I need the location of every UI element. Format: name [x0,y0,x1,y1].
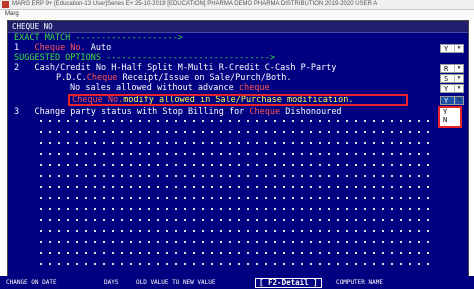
footer-days: DAYS [104,279,119,286]
option-label: Cash/Credit No H-Half Split M-Multi R-Cr… [34,63,337,73]
title-bar: MARG ERP 9+ [Education-13 User]Series E+… [0,0,474,10]
option-label-keyword: Cheque No. [34,43,86,53]
app-logo-icon [2,1,9,8]
chevron-down-icon[interactable]: ▼ [454,75,463,82]
option-label-keyword: cheque [238,83,270,93]
option-label: P.D.C. [56,73,87,83]
option-label-keyword: Cheque [249,107,281,117]
option-modify-value-select[interactable]: Y ▼ [440,96,464,105]
chevron-down-icon[interactable]: ▼ [454,65,463,72]
option-1-value: Y [444,45,449,53]
window-title: MARG ERP 9+ [Education-13 User]Series E+… [12,1,378,7]
footer-computer-name: COMPUTER NAME [336,279,383,286]
exact-match-arrow: --------------------> [75,33,183,43]
suggested-row: SUGGESTED OPTIONS ----------------------… [14,53,275,63]
empty-row [40,252,434,254]
menu-marg[interactable]: Marg [5,10,19,19]
panel-header: CHEQUE NO [8,21,468,33]
option-2-value: R [444,65,449,73]
suggested-label: SUGGESTED OPTIONS [14,53,101,63]
option-advance-value: Y [444,85,449,93]
empty-row [40,263,434,265]
cheque-no-panel: CHEQUE NO EXACT MATCH ------------------… [7,20,469,277]
option-label-rest: Dishonoured [280,107,342,117]
panel-title: CHEQUE NO [12,22,53,31]
empty-row [40,131,434,133]
chevron-down-icon[interactable]: ▼ [454,45,463,52]
value-dropdown-list[interactable]: Y N [438,106,462,128]
empty-row [40,153,434,155]
option-1-value-select[interactable]: Y ▼ [440,44,464,53]
f2-detail-button[interactable]: [ F2-Detail ] [255,278,322,288]
option-2-value-select[interactable]: R ▼ [440,64,464,73]
option-row-2[interactable]: 2 Cash/Credit No H-Half Split M-Multi R-… [14,63,336,73]
highlight-box [68,94,408,106]
dropdown-option-n[interactable]: N [440,116,460,124]
option-modify-value: Y [444,97,449,105]
dropdown-option-y[interactable]: Y [440,108,460,116]
empty-row [40,241,434,243]
option-number: 3 [14,107,20,117]
footer-change-on-date: CHANGE ON DATE [6,279,57,286]
empty-row [40,208,434,210]
footer-old-new: OLD VALUE TO NEW VALUE [136,279,216,286]
suggested-arrow: --------------------------------> [106,53,276,63]
option-label: Auto [85,43,112,53]
option-label: No sales allowed without advance [70,83,239,93]
chevron-down-icon[interactable]: ▼ [454,85,463,92]
empty-row [40,164,434,166]
option-number: 2 [14,63,20,73]
empty-row [40,230,434,232]
empty-row [40,120,434,122]
option-label-rest: Receipt/Issue on Sale/Purch/Both. [117,73,292,83]
option-row-1[interactable]: 1 Cheque No. Auto [14,43,111,53]
option-row-pdc[interactable]: P.D.C.Cheque Receipt/Issue on Sale/Purch… [56,73,291,83]
chevron-down-icon[interactable]: ▼ [454,97,463,104]
option-row-advance-cheque[interactable]: No sales allowed without advance cheque [70,83,270,93]
empty-row [40,219,434,221]
status-footer: CHANGE ON DATE DAYS OLD VALUE TO NEW VAL… [0,276,474,289]
option-pdc-value-select[interactable]: S ▼ [440,74,464,83]
option-label-keyword: Cheque [86,73,118,83]
exact-match-row: EXACT MATCH --------------------> [14,33,183,43]
option-pdc-value: S [444,75,449,83]
empty-row [40,175,434,177]
option-row-3[interactable]: 3 Change party status with Stop Billing … [14,107,342,117]
exact-match-label: EXACT MATCH [14,33,71,43]
option-number: 1 [14,43,20,53]
empty-row [40,142,434,144]
menu-bar[interactable]: Marg [0,10,474,19]
empty-row [40,197,434,199]
option-advance-value-select[interactable]: Y ▼ [440,84,464,93]
empty-row [40,186,434,188]
option-label: Change party status with Stop Billing fo… [34,107,250,117]
